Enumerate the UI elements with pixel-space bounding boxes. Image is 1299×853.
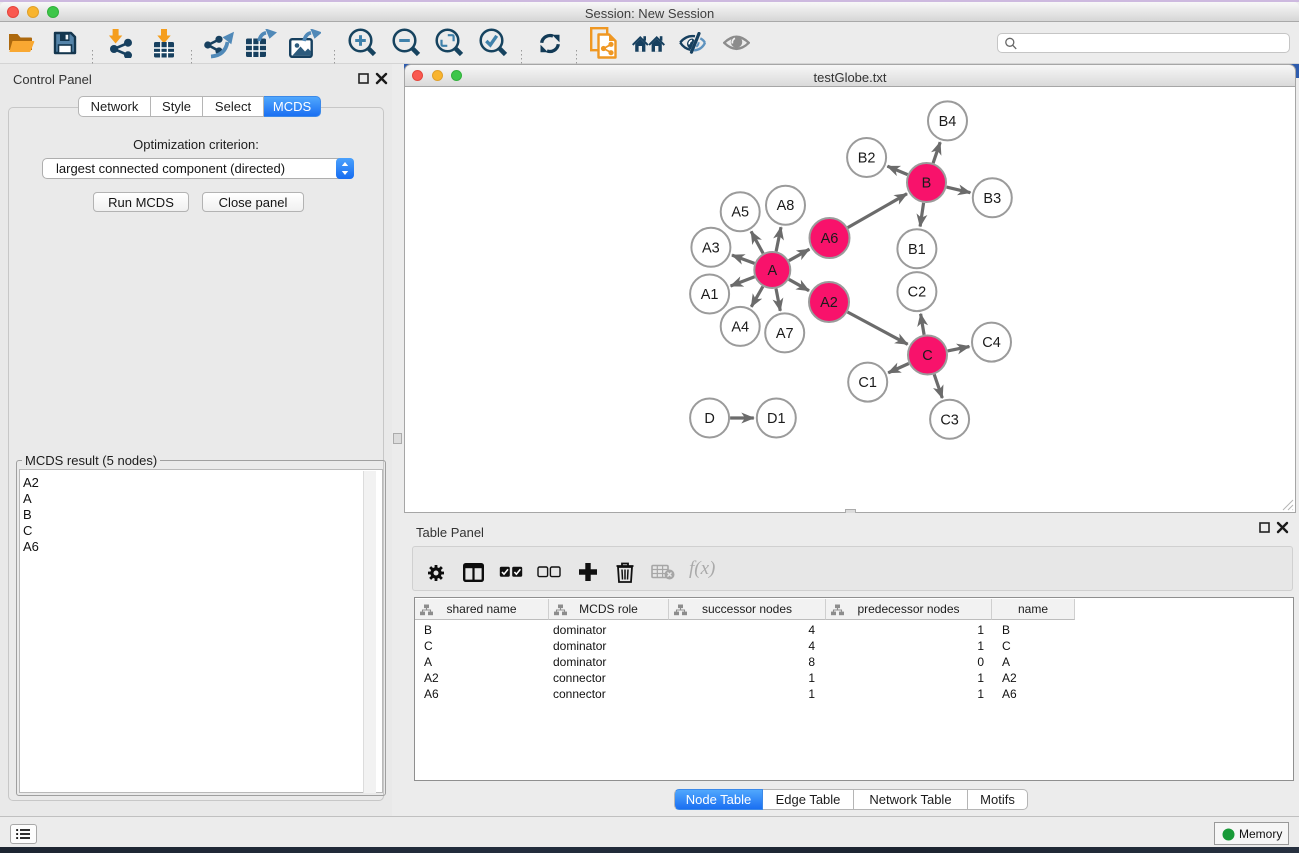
svg-text:B4: B4: [939, 114, 957, 130]
svg-text:B3: B3: [983, 191, 1001, 207]
svg-text:A3: A3: [702, 240, 720, 256]
svg-text:B1: B1: [908, 242, 926, 258]
svg-text:A8: A8: [777, 198, 795, 214]
svg-text:C4: C4: [982, 335, 1001, 351]
svg-text:C: C: [922, 348, 932, 364]
svg-text:A: A: [767, 263, 777, 279]
svg-text:C1: C1: [858, 375, 877, 391]
svg-text:C2: C2: [908, 285, 927, 301]
svg-text:D: D: [704, 411, 714, 427]
svg-text:A4: A4: [731, 319, 749, 335]
svg-text:A6: A6: [821, 231, 839, 247]
svg-text:B2: B2: [858, 151, 876, 167]
svg-text:A2: A2: [820, 295, 838, 311]
svg-text:D1: D1: [767, 411, 786, 427]
svg-text:A1: A1: [701, 287, 719, 303]
svg-text:A7: A7: [776, 326, 794, 342]
svg-text:B: B: [922, 176, 932, 192]
svg-text:A5: A5: [731, 205, 749, 221]
svg-text:C3: C3: [940, 412, 959, 428]
